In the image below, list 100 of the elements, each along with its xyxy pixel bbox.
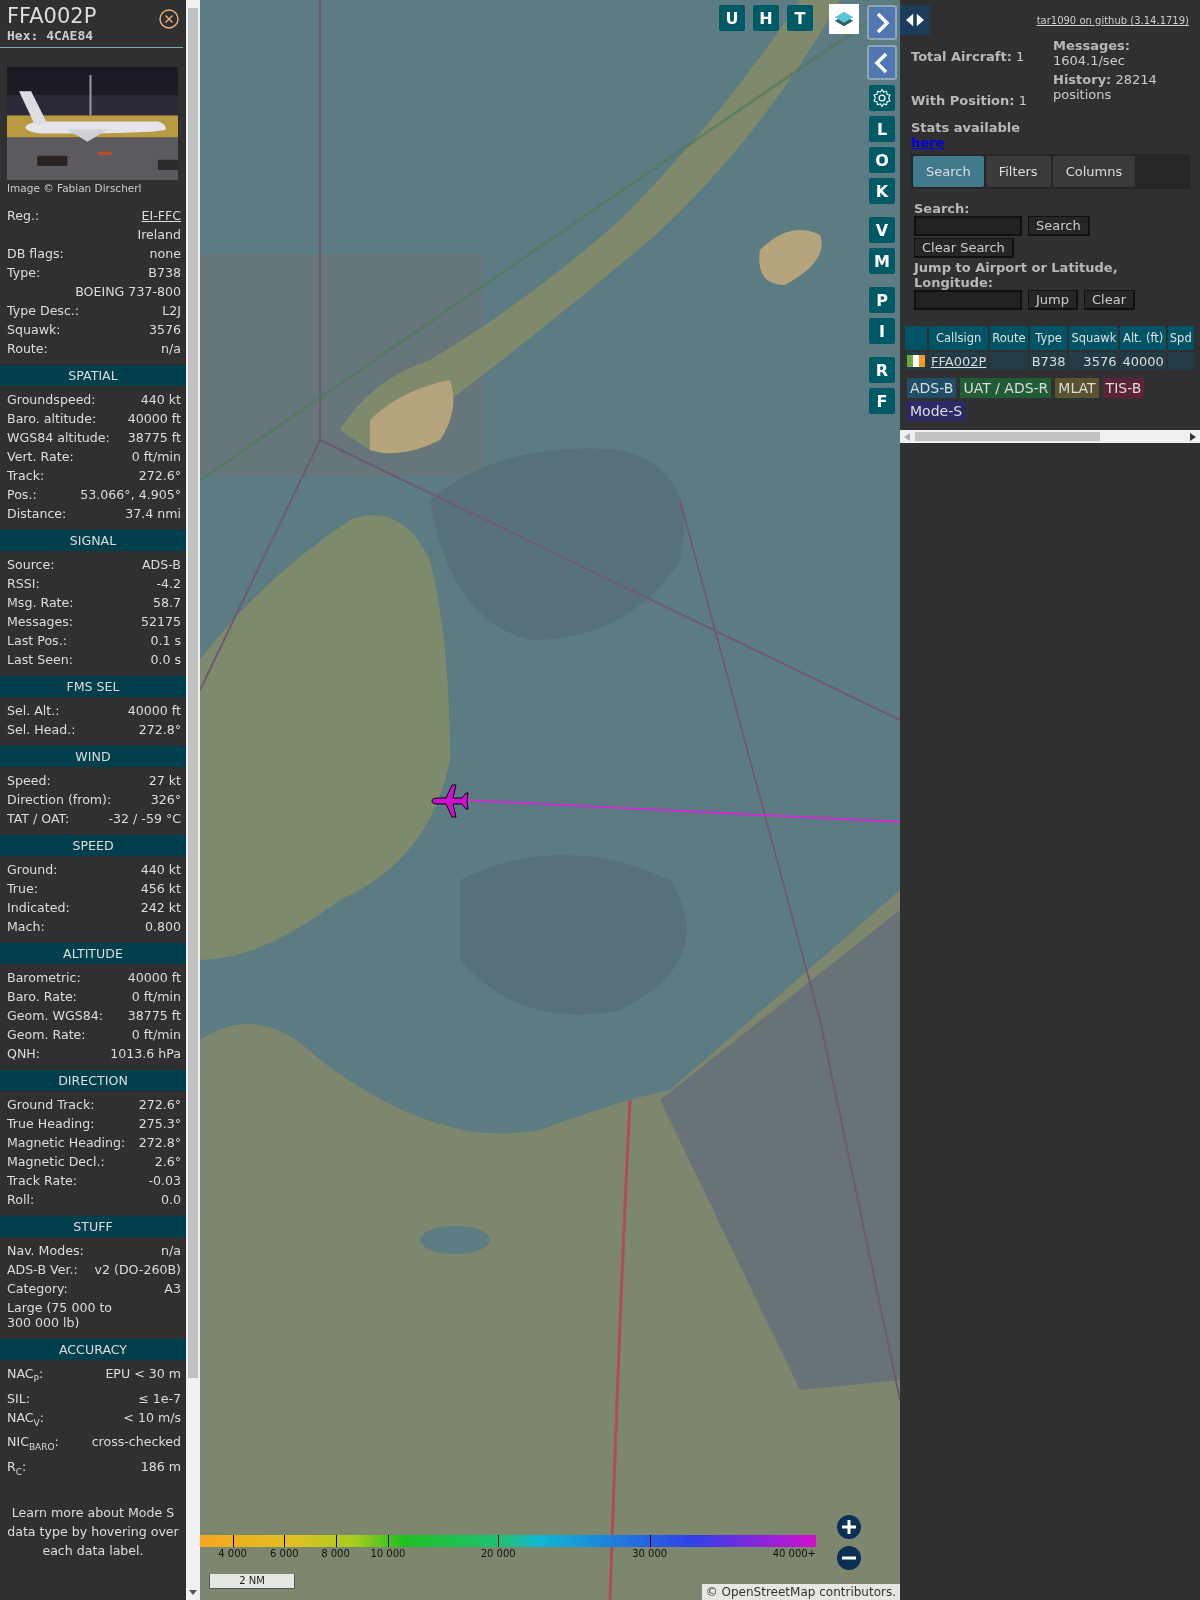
table-cell: 3576 <box>1069 352 1119 370</box>
field-label: NAC$_{V}$: <box>7 1408 45 1430</box>
map-attribution: © OpenStreetMap contributors. <box>701 1584 900 1600</box>
layers-button[interactable] <box>829 4 859 34</box>
field-label: DB flags: <box>7 245 64 263</box>
next-button[interactable] <box>867 5 897 40</box>
section-header: WIND <box>0 746 186 767</box>
column-header[interactable]: Type <box>1029 326 1068 350</box>
map-button[interactable]: P <box>869 287 895 313</box>
map-button[interactable]: O <box>869 147 895 173</box>
source-tag: TIS-B <box>1102 378 1145 398</box>
horizontal-scrollbar[interactable] <box>900 430 1200 443</box>
map-button[interactable]: H <box>753 5 779 31</box>
zoom-out-button[interactable] <box>836 1546 862 1572</box>
back-button[interactable] <box>867 45 897 80</box>
settings-button[interactable] <box>869 85 895 111</box>
field-value: 0 ft/min <box>131 1026 181 1044</box>
field-label: Direction (from): <box>7 791 112 809</box>
map-button[interactable]: K <box>869 178 895 204</box>
field-label: NAC$_{P}$: <box>7 1365 44 1386</box>
field-label: Magnetic Decl.: <box>7 1153 105 1171</box>
field-value: EPU < 30 m <box>105 1365 181 1383</box>
map-button[interactable]: R <box>869 357 895 383</box>
callsign-link[interactable]: FFA002P <box>931 353 987 369</box>
field-value: 242 kt <box>140 899 181 917</box>
altitude-label: 10 000 <box>370 1548 406 1559</box>
tab[interactable]: Filters <box>985 156 1051 187</box>
field-label: Barometric: <box>7 969 81 987</box>
section-header: ALTITUDE <box>0 943 186 964</box>
airplane-icon[interactable] <box>430 783 470 819</box>
field-value: n/a <box>161 1242 181 1260</box>
field-label: Groundspeed: <box>7 391 96 409</box>
section-header: SPATIAL <box>0 365 186 386</box>
scrollbar[interactable] <box>186 0 200 1600</box>
field-value: ADS-B <box>141 556 181 574</box>
jump-button[interactable]: Jump <box>1028 290 1078 310</box>
source-tag: MLAT <box>1055 378 1099 398</box>
close-icon[interactable] <box>159 9 179 29</box>
toggle-sidebar-button[interactable] <box>900 5 930 35</box>
field-label: Sel. Alt.: <box>7 702 60 720</box>
clear-button[interactable]: Clear <box>1084 290 1135 310</box>
field-value: 275.3° <box>138 1115 181 1133</box>
field-label: Magnetic Heading: <box>7 1134 126 1152</box>
column-header[interactable]: Route <box>990 326 1028 350</box>
field-value: 0.0 <box>160 1191 181 1209</box>
field-value: 3576 <box>148 321 181 339</box>
map-button[interactable]: F <box>869 388 895 414</box>
field-label: NIC$_{BARO}$: <box>7 1433 59 1454</box>
field-value: Large (75 000 to 300 000 lb) <box>7 1299 114 1332</box>
map-button[interactable]: V <box>869 217 895 243</box>
column-header[interactable]: Squawk <box>1069 326 1119 350</box>
map-button[interactable]: U <box>719 5 745 31</box>
section-header: SPEED <box>0 835 186 856</box>
altitude-label: 8 000 <box>321 1548 350 1559</box>
github-link[interactable]: tar1090 on github (3.14.1719) <box>1036 15 1189 26</box>
table-cell: B738 <box>1029 352 1068 370</box>
tab[interactable]: Columns <box>1052 156 1136 187</box>
zoom-in-button[interactable] <box>836 1515 862 1541</box>
scroll-right-icon[interactable] <box>1190 432 1196 441</box>
map-button[interactable]: T <box>787 5 813 31</box>
field-label: QNH: <box>7 1045 41 1063</box>
field-value: 38775 ft <box>127 429 181 447</box>
column-header[interactable]: Alt. (ft) <box>1120 326 1166 350</box>
field-label: Messages: <box>7 613 73 631</box>
scroll-down-icon[interactable] <box>189 1590 197 1596</box>
search-button[interactable]: Search <box>1028 216 1090 236</box>
field-label: Baro. altitude: <box>7 410 97 428</box>
field-label: Speed: <box>7 772 51 790</box>
field-label: True: <box>7 880 38 898</box>
section-header: DIRECTION <box>0 1070 186 1091</box>
field-label: WGS84 altitude: <box>7 429 110 447</box>
field-value: 1013.6 hPa <box>110 1045 181 1063</box>
registration-link[interactable]: EI-FFC <box>141 206 181 225</box>
left-right-arrows-icon <box>904 11 926 29</box>
field-value: 272.8° <box>138 1134 181 1152</box>
map-button[interactable]: L <box>869 116 895 142</box>
map-button[interactable]: I <box>869 318 895 344</box>
field-label: Pos.: <box>7 486 37 504</box>
field-value: ≤ 1e-7 <box>138 1389 181 1408</box>
callsign-title: FFA002P <box>7 4 97 28</box>
column-header[interactable]: Spd <box>1167 326 1194 350</box>
jump-label: Jump to Airport or Latitude, Longitude: <box>914 260 1119 290</box>
field-label: Ground: <box>7 861 58 879</box>
field-value: cross-checked <box>91 1433 181 1452</box>
field-value: 53.066°, 4.905° <box>80 486 181 504</box>
table-cell: 40000 <box>1120 352 1166 370</box>
map-button[interactable]: M <box>869 248 895 274</box>
field-value: 0.800 <box>144 918 181 936</box>
field-label: Nav. Modes: <box>7 1242 84 1260</box>
tab[interactable]: Search <box>913 156 984 187</box>
column-header[interactable]: Callsign <box>929 326 989 350</box>
stat-value: 1 <box>1018 93 1027 108</box>
clear-search-button[interactable]: Clear Search <box>914 238 1014 258</box>
field-value: 326° <box>150 791 181 809</box>
photo-credit: Image © Fabian Dirscherl <box>6 181 143 194</box>
search-field[interactable] <box>914 216 1022 236</box>
source-tag: ADS-B <box>907 378 957 398</box>
field-label: Indicated: <box>7 899 70 917</box>
jump-field[interactable] <box>914 290 1022 310</box>
field-value: -4.2 <box>156 575 181 593</box>
